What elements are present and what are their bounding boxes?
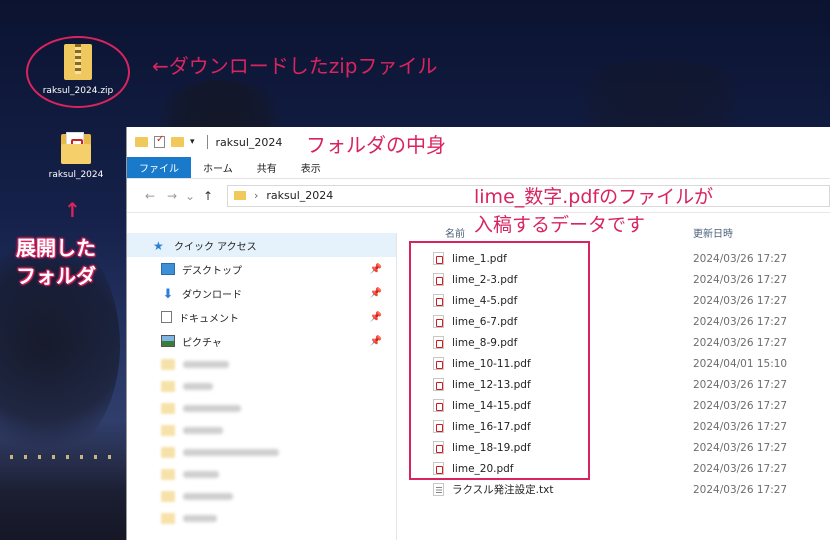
sidebar-item-label: ピクチャ [182,337,222,349]
blurred-folder-row[interactable] [127,353,396,375]
sidebar-item-label: ドキュメント [179,313,239,325]
pin-icon[interactable]: 📌 [370,264,382,275]
ground-silhouette [0,420,140,540]
new-folder-icon[interactable] [171,137,184,147]
folder-icon [161,490,175,502]
recent-locations-button[interactable]: ⌄ [183,189,197,203]
tab-file[interactable]: ファイル [127,157,191,178]
sidebar-item-documents[interactable]: ドキュメント 📌 [127,305,396,329]
tab-view[interactable]: 表示 [289,157,333,178]
sidebar-item-label: クイック アクセス [174,241,257,253]
pdf-files-highlight-box [409,241,590,480]
files-annotation-line2: 入稿するデータです [474,214,646,236]
window-title: raksul_2024 [215,135,283,149]
title-divider [206,135,208,149]
file-date: 2024/03/26 17:27 [693,252,788,265]
folder-icon [161,402,175,414]
file-name: ラクスル発注設定.txt [452,484,554,496]
pictures-icon [161,335,175,347]
ribbon-tabs: ファイル ホーム 共有 表示 [127,157,830,179]
file-date: 2024/03/26 17:27 [693,273,788,286]
folder-with-pdf-icon [61,132,91,164]
address-path-text: raksul_2024 [266,189,334,202]
sidebar-item-quick-access[interactable]: ★ クイック アクセス [127,233,396,257]
sidebar-item-label: デスクトップ [182,265,242,277]
file-date: 2024/03/26 17:27 [693,315,788,328]
folder-icon [161,380,175,392]
blurred-folder-row[interactable] [127,441,396,463]
folder-icon [234,191,246,200]
folder-icon [161,512,175,524]
expanded-folder-annotation-line1: 展開した [16,236,96,260]
desktop-folder-icon[interactable]: raksul_2024 [26,132,126,180]
document-icon [161,311,172,323]
folder-contents-annotation: フォルダの中身 [306,133,446,157]
blurred-folder-row[interactable] [127,419,396,441]
up-button[interactable]: ↑ [197,189,219,203]
zip-highlight-ring [26,36,130,108]
file-date: 2024/03/26 17:27 [693,462,788,475]
star-icon: ★ [153,239,164,253]
bridge-lights [10,455,120,459]
file-date: 2024/03/26 17:27 [693,294,788,307]
file-date: 2024/03/26 17:27 [693,336,788,349]
blurred-folder-row[interactable] [127,375,396,397]
folder-icon-label: raksul_2024 [48,170,104,180]
files-annotation-line1: lime_数字.pdfのファイルが [474,186,714,208]
column-header-name[interactable]: 名前 [445,225,465,240]
blurred-folder-row[interactable] [127,485,396,507]
file-date: 2024/04/01 15:10 [693,357,788,370]
folder-icon [135,137,148,147]
sidebar-item-pictures[interactable]: ピクチャ 📌 [127,329,396,353]
blurred-folder-row[interactable] [127,463,396,485]
navigation-pane: ★ クイック アクセス デスクトップ 📌 ⬇ ダウンロード 📌 ドキュメント 📌… [127,233,397,540]
title-bar: ▾ raksul_2024 [127,127,830,157]
sidebar-item-label: ダウンロード [182,289,242,301]
pin-icon[interactable]: 📌 [370,288,382,299]
blurred-folder-row[interactable] [127,397,396,419]
sidebar-item-downloads[interactable]: ⬇ ダウンロード 📌 [127,281,396,305]
pin-icon[interactable]: 📌 [370,312,382,323]
column-header-date[interactable]: 更新日時 [693,225,733,240]
file-date: 2024/03/26 17:27 [693,483,788,496]
folder-icon [161,446,175,458]
tab-share[interactable]: 共有 [245,157,289,178]
expanded-folder-annotation-line2: フォルダ [16,264,96,288]
chevron-right-icon: › [254,189,259,202]
tab-home[interactable]: ホーム [191,157,245,178]
blurred-folder-row[interactable] [127,507,396,529]
back-button[interactable]: ← [139,189,161,203]
properties-icon[interactable] [154,134,165,148]
file-date: 2024/03/26 17:27 [693,420,788,433]
chevron-down-icon[interactable]: ▾ [190,137,195,147]
zip-annotation: ←ダウンロードしたzipファイル [152,54,438,78]
file-date: 2024/03/26 17:27 [693,399,788,412]
folder-icon [161,468,175,480]
text-file-icon [433,483,444,496]
folder-icon [161,358,175,370]
file-row[interactable]: ラクスル発注設定.txt 2024/03/26 17:27 [433,479,830,500]
download-icon: ⬇ [162,287,174,302]
pin-icon[interactable]: 📌 [370,336,382,347]
sidebar-item-desktop[interactable]: デスクトップ 📌 [127,257,396,281]
file-date: 2024/03/26 17:27 [693,441,788,454]
up-arrow-annotation: ↑ [64,198,81,222]
folder-icon [161,424,175,436]
file-date: 2024/03/26 17:27 [693,378,788,391]
desktop-icon [161,263,175,275]
forward-button[interactable]: → [161,189,183,203]
